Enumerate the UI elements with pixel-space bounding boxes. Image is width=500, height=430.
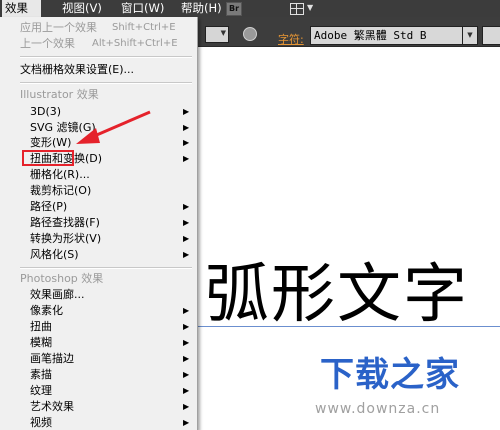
annotation-arrow-icon	[76, 110, 151, 144]
